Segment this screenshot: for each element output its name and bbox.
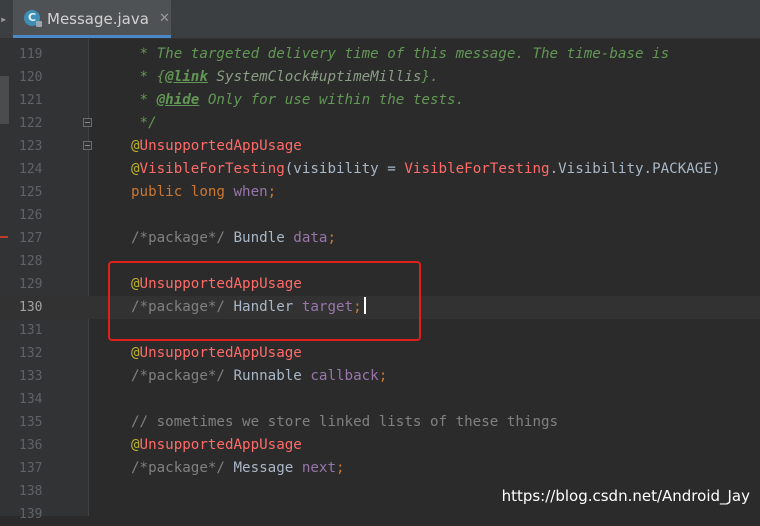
fold-toggle-icon[interactable] [83, 141, 92, 150]
code-text: /*package*/ Message next; [131, 457, 345, 480]
code-text: * The targeted delivery time of this mes… [131, 43, 670, 66]
code-token: UnsupportedAppUsage [139, 437, 302, 453]
code-token: @link [165, 69, 208, 85]
line-number: 133 [19, 369, 43, 384]
line-number: 129 [19, 277, 43, 292]
java-class-icon: C [24, 10, 42, 27]
code-token: ; [378, 368, 388, 384]
code-line[interactable]: 125 public long when; [0, 181, 760, 204]
line-number: 127 [19, 231, 43, 246]
line-number: 120 [19, 70, 43, 85]
code-token: ; [336, 460, 345, 476]
code-text: */ [131, 112, 157, 135]
line-number: 123 [19, 139, 43, 154]
code-token: @ [131, 138, 140, 154]
code-token: @ [131, 345, 140, 361]
line-number: 130 [19, 300, 43, 315]
fold-toggle-icon[interactable] [83, 118, 92, 127]
line-number: 139 [19, 507, 43, 522]
code-line[interactable]: 121 * @hide Only for use within the test… [0, 89, 760, 112]
code-text: @UnsupportedAppUsage [131, 434, 302, 457]
code-token: @ [131, 437, 140, 453]
code-token: * [131, 92, 157, 108]
code-text: * {@link SystemClock#uptimeMillis}. [131, 66, 439, 89]
code-token: ; [267, 184, 277, 200]
line-number: 135 [19, 415, 43, 430]
code-line[interactable]: 123 @UnsupportedAppUsage [0, 135, 760, 158]
line-number: 132 [19, 346, 43, 361]
code-token: */ [131, 115, 157, 131]
code-line[interactable]: 133 /*package*/ Runnable callback; [0, 365, 760, 388]
code-token: @hide [156, 92, 200, 108]
code-line[interactable]: 124 @VisibleForTesting(visibility = Visib… [0, 158, 760, 181]
line-number: 138 [19, 484, 43, 499]
code-token: .Visibility.PACKAGE) [549, 161, 721, 177]
code-token: @ [131, 161, 140, 177]
code-token: UnsupportedAppUsage [139, 138, 302, 154]
code-text: /*package*/ Bundle data; [131, 227, 336, 250]
code-line[interactable]: 127 /*package*/ Bundle data; [0, 227, 760, 250]
code-token: * { [131, 69, 166, 85]
code-text: // sometimes we store linked lists of th… [131, 411, 558, 434]
code-token: ; [327, 230, 337, 246]
tab-scroll-left-icon[interactable]: ▸ [0, 10, 7, 28]
line-number: 125 [19, 185, 43, 200]
code-token: Only for use within the tests. [199, 92, 465, 108]
annotation-highlight-box [108, 261, 421, 341]
code-token: next [301, 460, 337, 476]
code-text: /*package*/ Runnable callback; [131, 365, 387, 388]
line-number: 121 [19, 93, 43, 108]
line-number: 128 [19, 254, 43, 269]
line-number: 122 [19, 116, 43, 131]
code-line[interactable]: 122 */ [0, 112, 760, 135]
code-line[interactable]: 139 [0, 503, 760, 526]
line-number: 131 [19, 323, 43, 338]
code-token: Message [233, 460, 302, 476]
editor-tab-bar: ▸ C Message.java ✕ [0, 0, 760, 39]
code-line[interactable]: 132 @UnsupportedAppUsage [0, 342, 760, 365]
code-token: VisibleForTesting [404, 161, 550, 177]
code-token: data [293, 230, 328, 246]
code-line[interactable]: 136 @UnsupportedAppUsage [0, 434, 760, 457]
code-text: @VisibleForTesting(visibility = VisibleF… [131, 158, 720, 181]
code-line[interactable]: 134 [0, 388, 760, 411]
code-text: * @hide Only for use within the tests. [131, 89, 465, 112]
code-token: /*package*/ [131, 460, 234, 476]
code-token: callback [310, 368, 379, 384]
close-tab-icon[interactable]: ✕ [159, 9, 170, 29]
tab-title: Message.java [47, 10, 149, 28]
tab-message-java[interactable]: C Message.java ✕ [13, 0, 171, 38]
code-token: UnsupportedAppUsage [139, 345, 302, 361]
line-number: 126 [19, 208, 43, 223]
code-token: /*package*/ [131, 368, 234, 384]
code-token: when [233, 184, 268, 200]
code-line[interactable]: 120 * {@link SystemClock#uptimeMillis}. [0, 66, 760, 89]
line-number: 134 [19, 392, 43, 407]
code-token: }. [421, 69, 439, 85]
code-token: (visibility = [284, 161, 405, 177]
code-line[interactable]: 126 [0, 204, 760, 227]
code-text: public long when; [131, 181, 276, 204]
code-token: public long [131, 184, 234, 200]
code-token: * The targeted delivery time of this mes… [131, 46, 670, 62]
code-token: SystemClock#uptimeMillis [207, 69, 422, 85]
code-line[interactable]: 137 /*package*/ Message next; [0, 457, 760, 480]
code-line[interactable]: 135 // sometimes we store linked lists of… [0, 411, 760, 434]
line-number: 124 [19, 162, 43, 177]
line-number: 136 [19, 438, 43, 453]
code-text: @UnsupportedAppUsage [131, 342, 302, 365]
code-token: Bundle [233, 230, 294, 246]
code-text: @UnsupportedAppUsage [131, 135, 302, 158]
line-number: 119 [19, 47, 43, 62]
code-line[interactable]: 119 * The targeted delivery time of this… [0, 43, 760, 66]
watermark: https://blog.csdn.net/Android_Jay [501, 487, 750, 505]
code-token: // sometimes we store linked lists of th… [131, 414, 559, 430]
line-number: 137 [19, 461, 43, 476]
code-token: /*package*/ [131, 230, 234, 246]
code-token: VisibleForTesting [139, 161, 285, 177]
code-token: Runnable [233, 368, 311, 384]
